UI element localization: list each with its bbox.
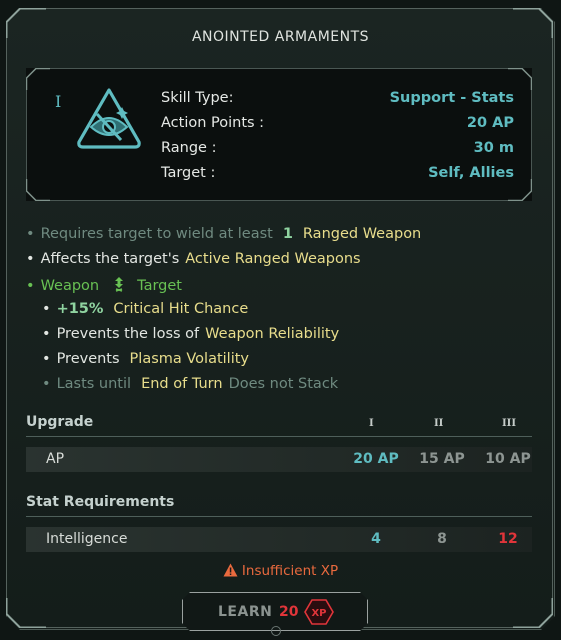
intelligence-label: Intelligence xyxy=(46,531,128,547)
intelligence-level-1: 4 xyxy=(371,531,381,547)
requires-count: 1 xyxy=(282,226,293,242)
range-value: 30 m xyxy=(473,140,514,156)
upgrade-title: Upgrade xyxy=(26,414,94,430)
skill-type-value: Support - Stats xyxy=(389,90,514,106)
buff-arrow-icon xyxy=(115,277,124,292)
range-label: Range : xyxy=(161,140,217,156)
requires-line: • Requires target to wield at least 1 Range… xyxy=(26,226,422,242)
plasma-item: Plasma Volatility xyxy=(129,351,249,367)
level-2-label: II xyxy=(434,418,444,429)
level-3-label: III xyxy=(502,418,517,429)
reliability-item: Weapon Reliability xyxy=(205,326,340,342)
weapon-label: Weapon xyxy=(40,278,100,294)
reliability-text: Prevents the loss of xyxy=(56,326,200,342)
learn-label: LEARN xyxy=(218,604,273,620)
affects-item: Active Ranged Weapons xyxy=(185,251,361,267)
xp-badge-text: XP xyxy=(311,608,326,619)
ap-label: AP xyxy=(46,451,65,467)
crit-text: Critical Hit Chance xyxy=(113,301,249,317)
ap-level-2: 15 AP xyxy=(419,451,465,467)
skill-type-label: Skill Type: xyxy=(161,90,234,106)
target-label: Target : xyxy=(161,165,216,181)
skill-eye-icon xyxy=(77,88,141,149)
reliability-line: • Prevents the loss of Weapon Reliability xyxy=(42,326,340,342)
intelligence-row: Intelligence 4 8 12 xyxy=(26,527,532,552)
duration-line: • Lasts until End of Turn Does not Stack xyxy=(42,376,339,392)
plasma-text: Prevents xyxy=(56,351,120,367)
intelligence-level-2: 8 xyxy=(437,531,447,547)
scroll-anchor-icon xyxy=(271,626,281,636)
ap-level-3: 10 AP xyxy=(485,451,531,467)
target-row: Target : Self, Allies xyxy=(161,165,514,189)
ap-level-1: 20 AP xyxy=(353,451,399,467)
range-row: Range : 30 m xyxy=(161,140,514,164)
ap-upgrade-row: AP 20 AP 15 AP 10 AP xyxy=(26,447,532,472)
affects-line: • Affects the target's Active Ranged Weapo… xyxy=(26,251,361,267)
duration-item: End of Turn xyxy=(141,376,223,392)
requires-text: Requires target to wield at least xyxy=(40,226,273,242)
stat-requirements-title: Stat Requirements xyxy=(26,494,175,510)
duration-text: Lasts until xyxy=(56,376,132,392)
target-label-line: Target xyxy=(137,278,182,294)
insufficient-xp-warning: Insufficient XP xyxy=(0,563,561,579)
level-1-label: I xyxy=(369,418,374,429)
crit-line: • +15% Critical Hit Chance xyxy=(42,301,249,317)
intelligence-level-3: 12 xyxy=(498,531,518,547)
plasma-line: • Prevents Plasma Volatility xyxy=(42,351,249,367)
action-points-label: Action Points : xyxy=(161,115,265,131)
action-points-row: Action Points : 20 AP xyxy=(161,115,514,139)
target-value: Self, Allies xyxy=(428,165,514,181)
learn-cost: 20 xyxy=(279,604,299,620)
requires-item: Ranged Weapon xyxy=(302,226,422,242)
stat-requirements-header: Stat Requirements xyxy=(26,493,532,517)
skill-type-row: Skill Type: Support - Stats xyxy=(161,90,514,114)
warning-text: Insufficient XP xyxy=(241,563,339,579)
duration-suffix: Does not Stack xyxy=(228,376,339,392)
xp-hex-icon: XP xyxy=(304,599,334,625)
affects-text: Affects the target's xyxy=(40,251,180,267)
crit-value: +15% xyxy=(56,301,104,317)
upgrade-header: Upgrade I II III xyxy=(26,413,532,437)
skill-rank: I xyxy=(55,92,62,111)
weapon-target-line: • Weapon Target xyxy=(26,277,182,294)
action-points-value: 20 AP xyxy=(466,115,514,131)
panel-title: ANOINTED ARMAMENTS xyxy=(191,29,370,45)
warning-triangle-icon xyxy=(223,563,238,577)
